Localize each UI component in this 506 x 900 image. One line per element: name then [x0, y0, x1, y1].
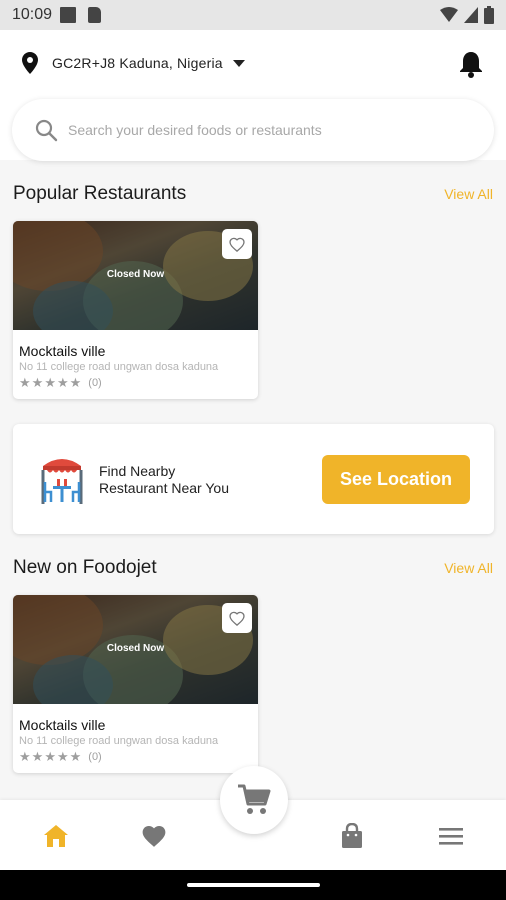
star-icon: ★ — [69, 749, 82, 764]
heart-outline-icon — [229, 237, 245, 252]
location-label: GC2R+J8 Kaduna, Nigeria — [52, 55, 223, 71]
heart-outline-icon — [229, 611, 245, 626]
notification-icon — [60, 7, 77, 23]
menu-icon — [439, 828, 463, 845]
restaurant-card[interactable]: Closed Now Mocktails ville No 11 college… — [13, 595, 258, 773]
star-icon: ★ — [44, 375, 56, 390]
wifi-icon — [440, 7, 458, 22]
search-icon — [35, 119, 58, 142]
restaurant-name: Mocktails ville — [19, 343, 106, 359]
nav-menu[interactable] — [437, 822, 465, 850]
restaurant-card[interactable]: Closed Now Mocktails ville No 11 college… — [13, 221, 258, 399]
nav-home[interactable] — [42, 822, 70, 850]
restaurant-address: No 11 college road ungwan dosa kaduna — [19, 735, 219, 747]
see-location-button[interactable]: See Location — [322, 455, 470, 504]
closed-status: Closed Now — [106, 643, 165, 654]
nav-orders[interactable] — [338, 822, 366, 850]
rating: ★ ★ ★ ★ ★ (0) — [19, 749, 102, 765]
restaurant-name: Mocktails ville — [19, 717, 106, 733]
battery-icon — [484, 6, 494, 24]
nearby-line-1: Find Nearby — [99, 463, 176, 479]
popular-restaurants-title: Popular Restaurants — [13, 183, 187, 204]
cart-icon — [238, 784, 271, 814]
status-time: 10:09 — [12, 6, 53, 23]
bell-icon — [460, 52, 482, 78]
shopping-bag-icon — [342, 823, 362, 848]
chevron-down-icon — [232, 59, 245, 67]
nearby-restaurant-banner: Find Nearby Restaurant Near You See Loca… — [13, 424, 494, 534]
search-bar[interactable]: Search your desired foods or restaurants — [12, 99, 494, 161]
cart-button[interactable] — [220, 766, 288, 834]
new-on-foodojet-title: New on Foodojet — [13, 557, 157, 578]
nav-favorites[interactable] — [140, 822, 168, 850]
home-icon — [44, 825, 68, 847]
restaurant-image: Closed Now — [13, 221, 258, 330]
notification-bell[interactable] — [458, 50, 484, 83]
nearby-text: Find Nearby Restaurant Near You — [99, 463, 229, 497]
favorite-button[interactable] — [222, 229, 252, 259]
star-icon: ★ — [69, 375, 82, 390]
system-navigation-bar — [0, 870, 506, 900]
search-input[interactable]: Search your desired foods or restaurants — [68, 122, 322, 138]
star-icon: ★ — [19, 375, 31, 390]
star-icon: ★ — [44, 749, 56, 764]
favorite-button[interactable] — [222, 603, 252, 633]
header: GC2R+J8 Kaduna, Nigeria Search your desi… — [0, 30, 506, 161]
rating-count: (0) — [88, 377, 102, 389]
rating: ★ ★ ★ ★ ★ (0) — [19, 375, 102, 391]
popular-view-all-link[interactable]: View All — [444, 186, 493, 202]
status-bar: 10:09 — [0, 0, 506, 30]
star-icon: ★ — [56, 375, 69, 390]
star-icon: ★ — [31, 749, 44, 764]
rating-count: (0) — [88, 751, 102, 763]
home-gesture-bar[interactable] — [187, 883, 320, 887]
nearby-line-2: Restaurant Near You — [99, 480, 229, 496]
location-selector[interactable]: GC2R+J8 Kaduna, Nigeria — [22, 52, 245, 74]
star-icon: ★ — [19, 749, 31, 764]
star-icon: ★ — [56, 749, 69, 764]
restaurant-table-icon — [39, 452, 85, 509]
restaurant-address: No 11 college road ungwan dosa kaduna — [19, 361, 219, 373]
location-pin-icon — [22, 52, 38, 74]
closed-status: Closed Now — [106, 269, 165, 280]
heart-icon — [142, 826, 166, 847]
signal-icon — [464, 7, 478, 23]
star-icon: ★ — [31, 375, 44, 390]
new-view-all-link[interactable]: View All — [444, 560, 493, 576]
restaurant-image: Closed Now — [13, 595, 258, 704]
sim-card-icon — [88, 7, 102, 23]
